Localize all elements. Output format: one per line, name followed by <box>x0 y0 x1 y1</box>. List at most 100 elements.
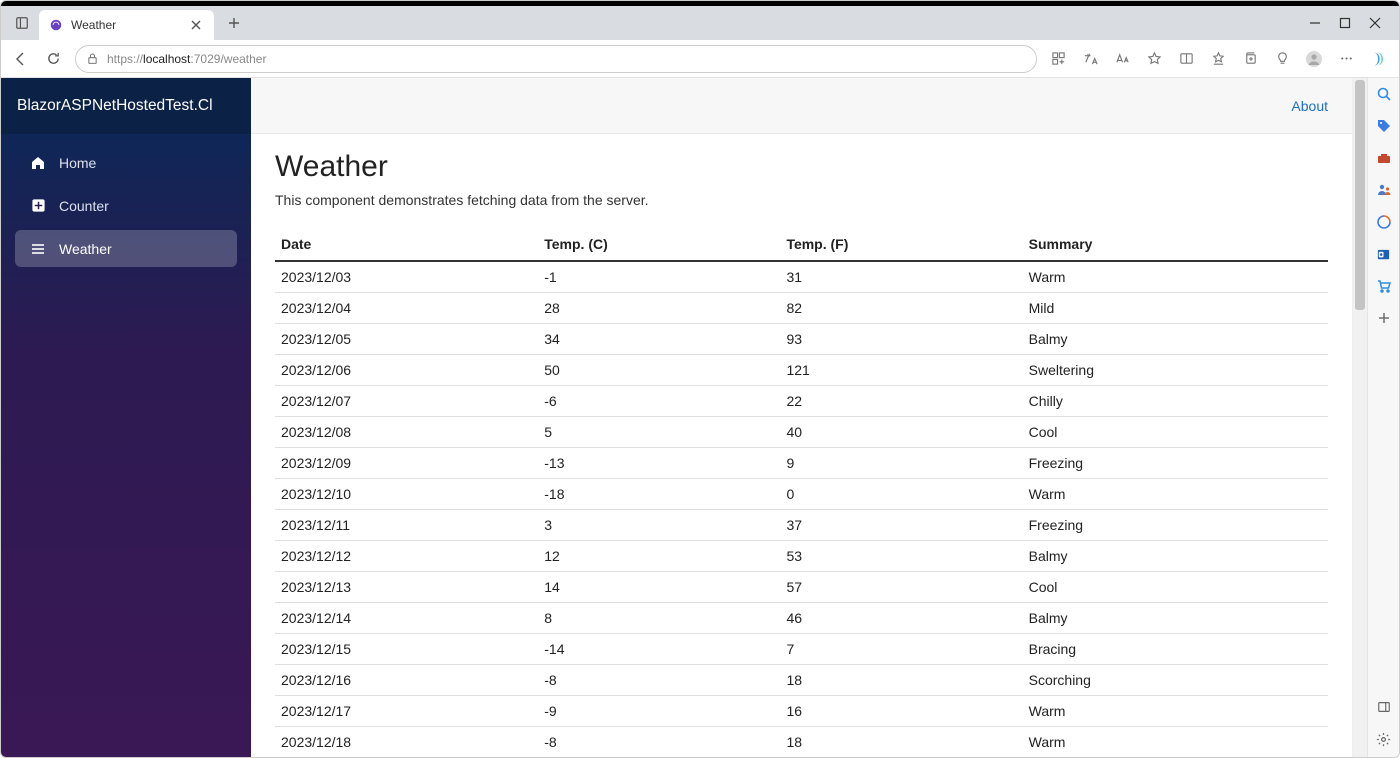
side-settings-icon[interactable] <box>1374 729 1394 749</box>
cell-tempc: -9 <box>538 696 780 727</box>
cell-date: 2023/12/06 <box>275 355 538 386</box>
cell-tempf: 7 <box>780 634 1022 665</box>
app-brand[interactable]: BlazorASPNetHostedTest.Cl <box>1 78 251 134</box>
cell-tempc: -1 <box>538 261 780 293</box>
cell-date: 2023/12/07 <box>275 386 538 417</box>
table-row: 2023/12/14846Balmy <box>275 603 1328 634</box>
cell-tempf: 18 <box>780 727 1022 758</box>
topbar: About <box>251 78 1352 134</box>
scrollbar-thumb[interactable] <box>1355 80 1365 310</box>
window-controls <box>1309 17 1395 29</box>
nav-label-home: Home <box>59 155 96 171</box>
tab-close-icon[interactable] <box>188 17 204 33</box>
nav-item-weather[interactable]: Weather <box>15 230 237 267</box>
page-area: BlazorASPNetHostedTest.Cl Home <box>1 78 1352 757</box>
th-tempc: Temp. (C) <box>538 228 780 261</box>
cell-summary: Chilly <box>1023 386 1328 417</box>
toolbar-right-icons <box>1045 45 1391 73</box>
cell-summary: Sweltering <box>1023 355 1328 386</box>
text-size-icon[interactable] <box>1109 45 1135 73</box>
table-row: 2023/12/03-131Warm <box>275 261 1328 293</box>
cell-date: 2023/12/12 <box>275 541 538 572</box>
table-row: 2023/12/11337Freezing <box>275 510 1328 541</box>
cell-date: 2023/12/11 <box>275 510 538 541</box>
copilot-icon[interactable] <box>1365 45 1391 73</box>
cell-tempc: -18 <box>538 479 780 510</box>
side-person-icon[interactable] <box>1374 180 1394 200</box>
table-row: 2023/12/10-180Warm <box>275 479 1328 510</box>
cell-summary: Freezing <box>1023 510 1328 541</box>
cell-summary: Mild <box>1023 293 1328 324</box>
cell-summary: Warm <box>1023 261 1328 293</box>
split-screen-icon[interactable] <box>1173 45 1199 73</box>
profile-icon[interactable] <box>1301 45 1327 73</box>
tab-actions-icon[interactable] <box>11 12 33 34</box>
side-cart-icon[interactable] <box>1374 276 1394 296</box>
about-link[interactable]: About <box>1291 98 1328 114</box>
more-icon[interactable] <box>1333 45 1359 73</box>
side-add-icon[interactable] <box>1374 308 1394 328</box>
window-minimize-icon[interactable] <box>1309 17 1321 29</box>
cell-summary: Cool <box>1023 572 1328 603</box>
refresh-button[interactable] <box>39 45 67 73</box>
page-scrollbar[interactable] <box>1352 78 1367 757</box>
page-and-scroll: BlazorASPNetHostedTest.Cl Home <box>1 78 1367 757</box>
extensions-icon[interactable] <box>1045 45 1071 73</box>
table-row: 2023/12/08540Cool <box>275 417 1328 448</box>
browser-tab[interactable]: Weather <box>39 10 214 40</box>
page-title: Weather <box>275 150 1328 184</box>
favorites-list-icon[interactable] <box>1205 45 1231 73</box>
favorite-icon[interactable] <box>1141 45 1167 73</box>
cell-date: 2023/12/04 <box>275 293 538 324</box>
cell-tempf: 22 <box>780 386 1022 417</box>
side-outlook-icon[interactable] <box>1374 244 1394 264</box>
table-row: 2023/12/16-818Scorching <box>275 665 1328 696</box>
nav-item-home[interactable]: Home <box>15 144 237 181</box>
cell-tempc: 3 <box>538 510 780 541</box>
body-wrap: BlazorASPNetHostedTest.Cl Home <box>1 78 1399 757</box>
window-close-icon[interactable] <box>1369 17 1381 29</box>
window-maximize-icon[interactable] <box>1339 17 1351 29</box>
table-row: 2023/12/07-622Chilly <box>275 386 1328 417</box>
cell-date: 2023/12/09 <box>275 448 538 479</box>
side-shopping-tag-icon[interactable] <box>1374 116 1394 136</box>
collections-icon[interactable] <box>1237 45 1263 73</box>
side-search-icon[interactable] <box>1374 84 1394 104</box>
cell-tempf: 31 <box>780 261 1022 293</box>
main: About Weather This component demonstrate… <box>251 78 1352 757</box>
address-bar[interactable]: https://localhost:7029/weather <box>75 45 1037 73</box>
cell-tempc: -13 <box>538 448 780 479</box>
nav-item-counter[interactable]: Counter <box>15 187 237 224</box>
cell-summary: Balmy <box>1023 541 1328 572</box>
back-button[interactable] <box>7 45 35 73</box>
cell-tempf: 93 <box>780 324 1022 355</box>
browser-essentials-icon[interactable] <box>1269 45 1295 73</box>
table-row: 2023/12/042882Mild <box>275 293 1328 324</box>
table-row: 2023/12/053493Balmy <box>275 324 1328 355</box>
cell-tempf: 57 <box>780 572 1022 603</box>
cell-date: 2023/12/16 <box>275 665 538 696</box>
th-tempf: Temp. (F) <box>780 228 1022 261</box>
cell-date: 2023/12/18 <box>275 727 538 758</box>
page-subtitle: This component demonstrates fetching dat… <box>275 192 1328 208</box>
cell-date: 2023/12/14 <box>275 603 538 634</box>
cell-summary: Cool <box>1023 417 1328 448</box>
cell-date: 2023/12/17 <box>275 696 538 727</box>
cell-date: 2023/12/08 <box>275 417 538 448</box>
table-row: 2023/12/17-916Warm <box>275 696 1328 727</box>
new-tab-button[interactable] <box>220 9 248 37</box>
site-info-icon[interactable] <box>86 52 99 65</box>
cell-summary: Warm <box>1023 696 1328 727</box>
nav-label-weather: Weather <box>59 241 112 257</box>
cell-tempf: 82 <box>780 293 1022 324</box>
cell-tempf: 121 <box>780 355 1022 386</box>
content: Weather This component demonstrates fetc… <box>251 134 1352 757</box>
cell-summary: Freezing <box>1023 448 1328 479</box>
cell-tempc: 5 <box>538 417 780 448</box>
side-panel-toggle-icon[interactable] <box>1374 697 1394 717</box>
side-tools-icon[interactable] <box>1374 148 1394 168</box>
cell-tempc: 34 <box>538 324 780 355</box>
blazor-favicon-icon <box>49 18 63 32</box>
translate-icon[interactable] <box>1077 45 1103 73</box>
side-365-icon[interactable] <box>1374 212 1394 232</box>
